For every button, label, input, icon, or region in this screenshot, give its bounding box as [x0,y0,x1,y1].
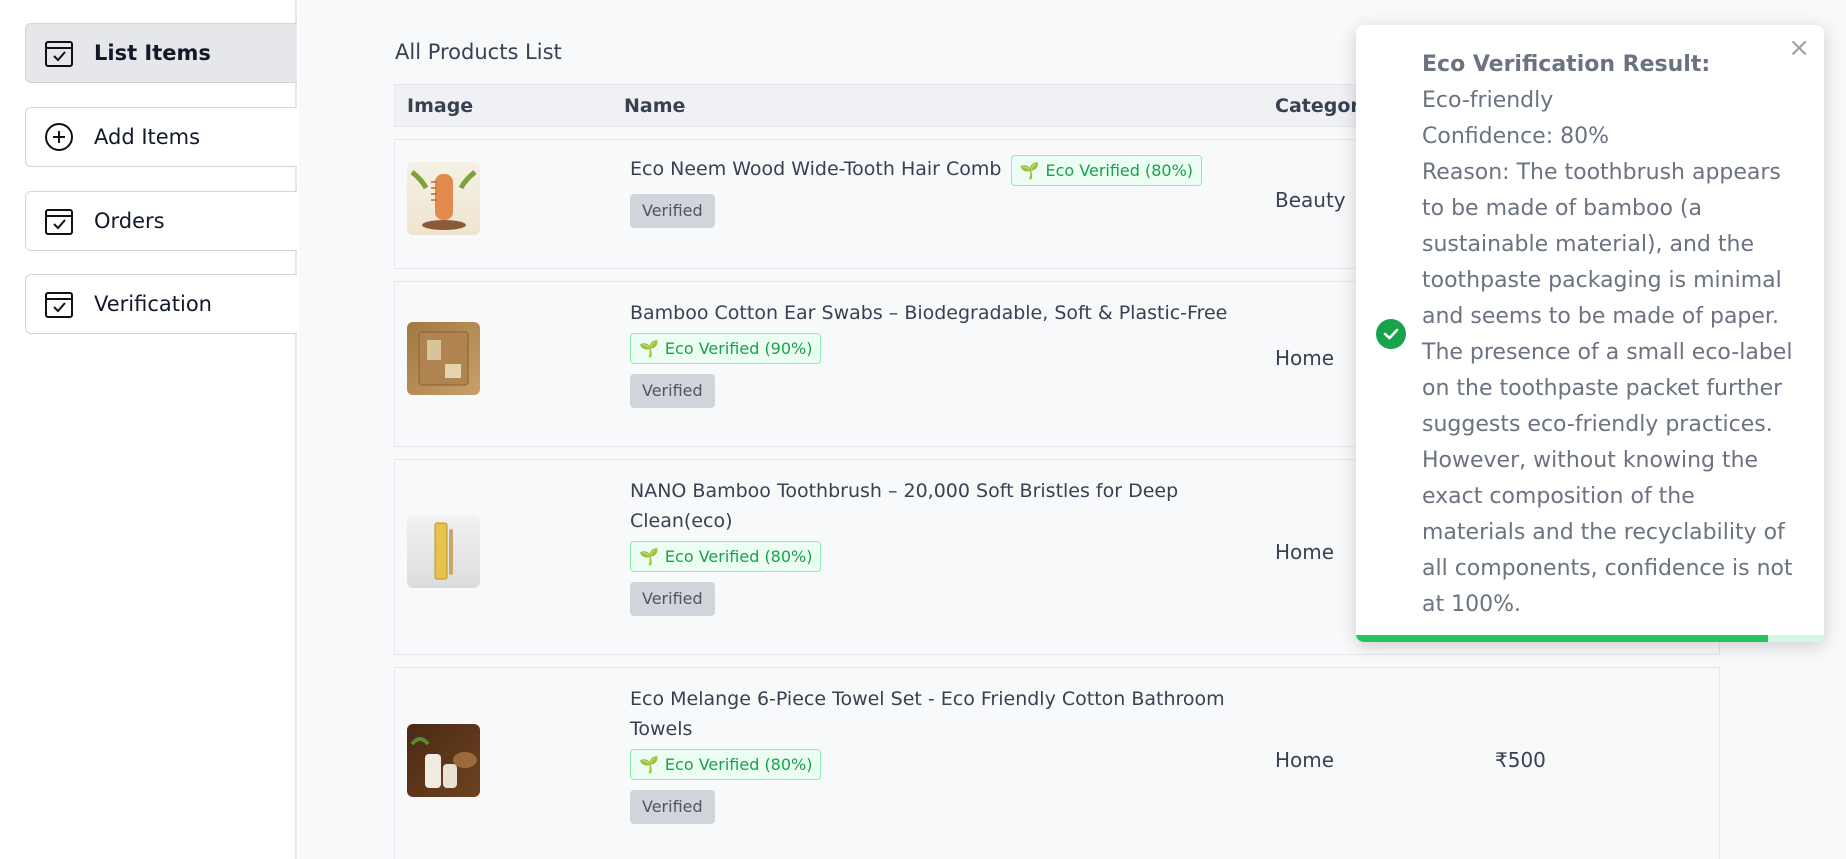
toast-result: Eco-friendly [1422,88,1554,113]
calendar-check-icon [44,289,74,319]
sidebar: List Items Add Items Orders Verification [0,0,297,859]
plus-circle-icon [44,122,74,152]
toast-title: Eco Verification Result: [1422,52,1711,77]
toast-progress-bar [1356,635,1768,642]
calendar-check-icon [44,206,74,236]
check-circle-icon [1376,319,1406,349]
eco-verified-badge: 🌱 Eco Verified (90%) [630,333,822,364]
sidebar-item-orders[interactable]: Orders [25,191,297,251]
verified-status-badge: Verified [630,582,715,616]
verified-status-badge: Verified [630,374,715,408]
calendar-check-icon [44,38,74,68]
toast-message: Eco Verification Result: Eco-friendly Co… [1422,47,1802,623]
column-header-name: Name [624,95,686,117]
toothbrush-image [407,515,480,588]
eco-verified-badge: 🌱 Eco Verified (80%) [630,749,822,780]
towel-image [407,724,480,797]
column-header-category: Categor [1275,95,1360,117]
sidebar-item-label: Verification [94,292,212,316]
sidebar-item-label: List Items [94,41,211,65]
price-cell: ₹500 [1495,748,1546,772]
toast-confidence: Confidence: 80% [1422,124,1609,149]
eco-verification-toast: × Eco Verification Result: Eco-friendly … [1356,25,1824,642]
category-cell: Home [1275,748,1335,772]
product-name-cell: Eco Melange 6-Piece Towel Set - Eco Frie… [630,684,1250,824]
ear-swabs-image [407,322,480,395]
verified-status-badge: Verified [630,790,715,824]
sprout-icon: 🌱 [639,755,659,774]
column-header-image: Image [407,95,474,117]
sidebar-item-add-items[interactable]: Add Items [25,107,297,167]
product-name-cell: Eco Neem Wood Wide-Tooth Hair Comb 🌱 Eco … [630,154,1250,228]
product-name-cell: NANO Bamboo Toothbrush – 20,000 Soft Bri… [630,476,1250,616]
sidebar-item-verification[interactable]: Verification [25,274,297,334]
eco-verified-badge: 🌱 Eco Verified (80%) [630,541,822,572]
category-cell: Home [1275,540,1335,564]
category-cell: Home [1275,346,1335,370]
sidebar-item-label: Add Items [94,125,201,149]
category-cell: Beauty [1275,188,1346,212]
page-title: All Products List [395,40,562,64]
sidebar-item-list-items[interactable]: List Items [25,23,297,83]
verified-status-badge: Verified [630,194,715,228]
sprout-icon: 🌱 [1019,161,1040,180]
toast-reason: Reason: The toothbrush appears to be mad… [1422,160,1793,617]
table-row: Eco Melange 6-Piece Towel Set - Eco Frie… [394,667,1720,859]
comb-image [407,162,480,235]
product-name[interactable]: NANO Bamboo Toothbrush – 20,000 Soft Bri… [630,476,1250,536]
eco-verified-badge: 🌱 Eco Verified (80%) [1010,155,1203,186]
product-name[interactable]: Eco Neem Wood Wide-Tooth Hair Comb [630,158,1001,180]
sprout-icon: 🌱 [639,339,659,358]
product-name[interactable]: Bamboo Cotton Ear Swabs – Biodegradable,… [630,298,1250,328]
sidebar-item-label: Orders [94,209,165,233]
product-name-cell: Bamboo Cotton Ear Swabs – Biodegradable,… [630,298,1250,408]
product-name[interactable]: Eco Melange 6-Piece Towel Set - Eco Frie… [630,684,1250,744]
sprout-icon: 🌱 [639,547,659,566]
